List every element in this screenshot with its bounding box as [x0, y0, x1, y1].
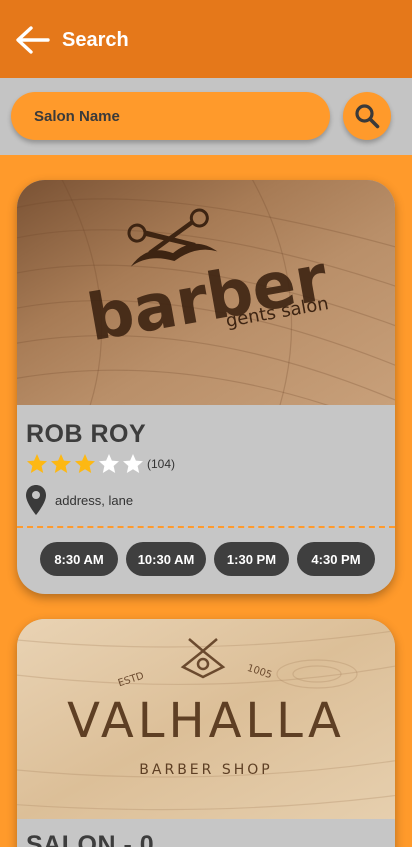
dashed-divider — [17, 526, 395, 528]
star-filled-icon — [75, 454, 95, 473]
time-slot-button[interactable]: 4:30 PM — [297, 542, 375, 576]
salon-card[interactable]: barber gents salon ROB ROY (104) address… — [17, 180, 395, 594]
search-bar — [0, 78, 412, 155]
salon-logo-image: barber gents salon — [17, 180, 395, 405]
star-empty-icon — [123, 454, 143, 473]
star-empty-icon — [99, 454, 119, 473]
salon-address: address, lane — [25, 483, 133, 517]
app-bar: Search — [0, 0, 412, 78]
map-pin-icon — [26, 485, 46, 515]
logo-subtext: BARBER SHOP — [139, 762, 272, 778]
star-filled-icon — [51, 454, 71, 473]
search-icon — [355, 104, 380, 129]
time-slot-button[interactable]: 10:30 AM — [126, 542, 206, 576]
review-count: (104) — [147, 457, 176, 471]
page-title: Search — [62, 29, 129, 51]
salon-logo-image: ESTD 1005 VALHALLA BARBER SHOP — [17, 619, 395, 819]
salon-name: SALON - 0 — [26, 831, 155, 847]
time-slot-button[interactable]: 8:30 AM — [40, 542, 118, 576]
salon-card[interactable]: ESTD 1005 VALHALLA BARBER SHOP SALON - 0 — [17, 619, 395, 847]
logo-text: VALHALLA — [67, 693, 345, 749]
time-slots: 8:30 AM 10:30 AM 1:30 PM 4:30 PM — [40, 542, 383, 576]
salon-name: ROB ROY — [26, 420, 147, 448]
salon-name-search-input[interactable] — [11, 92, 330, 140]
address-text: address, lane — [55, 492, 134, 508]
back-arrow-icon[interactable] — [14, 24, 50, 56]
star-rating: (104) — [25, 453, 175, 475]
star-filled-icon — [27, 454, 47, 473]
search-button[interactable] — [343, 92, 391, 140]
time-slot-button[interactable]: 1:30 PM — [214, 542, 289, 576]
